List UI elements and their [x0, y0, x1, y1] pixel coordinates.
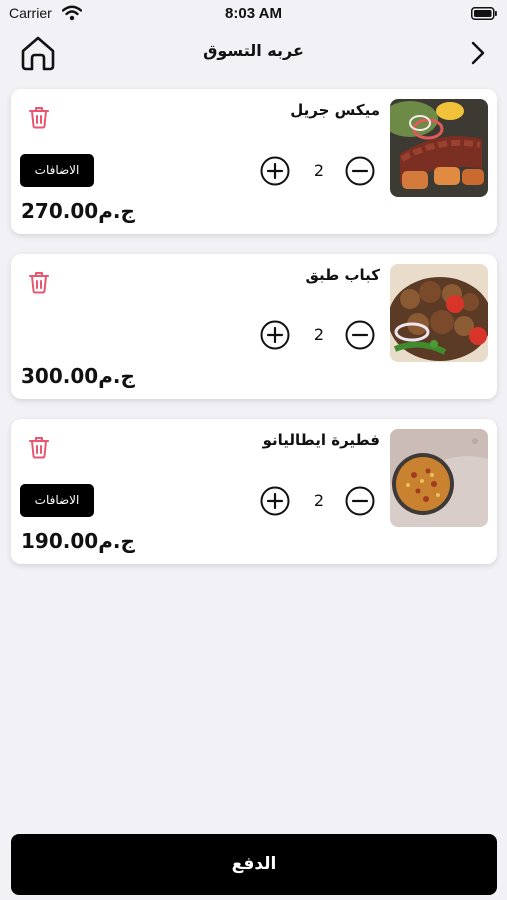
price-amount: 190.00 [21, 529, 99, 553]
price-currency: ج.م [98, 199, 135, 223]
minus-circle-icon[interactable] [345, 320, 375, 350]
pay-button[interactable]: الدفع [11, 834, 497, 895]
navigation-bar: عربه التسوق [0, 28, 507, 78]
price-amount: 300.00 [21, 364, 99, 388]
quantity-value: 2 [313, 491, 325, 510]
item-price: 270.00ج.م [21, 199, 135, 223]
addons-button[interactable]: الاضافات [20, 484, 94, 517]
addons-button[interactable]: الاضافات [20, 154, 94, 187]
price-currency: ج.م [98, 529, 135, 553]
chevron-right-icon[interactable] [468, 40, 488, 66]
plus-circle-icon[interactable] [260, 486, 290, 516]
minus-circle-icon[interactable] [345, 486, 375, 516]
trash-icon[interactable] [28, 105, 50, 129]
quantity-value: 2 [313, 161, 325, 180]
plus-circle-icon[interactable] [260, 320, 290, 350]
item-image [390, 264, 488, 362]
item-name: فطيرة ايطاليانو [262, 431, 380, 449]
cart-item-card: ميكس جريل 2 الاضافات 270.00ج.م [11, 89, 497, 234]
trash-icon[interactable] [28, 435, 50, 459]
clock: 8:03 AM [225, 5, 282, 22]
page-title: عربه التسوق [203, 41, 304, 60]
trash-icon[interactable] [28, 270, 50, 294]
plus-circle-icon[interactable] [260, 156, 290, 186]
item-name: ميكس جريل [290, 101, 380, 119]
quantity-value: 2 [313, 325, 325, 344]
battery-icon [471, 7, 497, 20]
price-currency: ج.م [98, 364, 135, 388]
cart-item-card: فطيرة ايطاليانو 2 الاضافات 190.00ج.م [11, 419, 497, 564]
minus-circle-icon[interactable] [345, 156, 375, 186]
item-image [390, 99, 488, 197]
item-price: 300.00ج.م [21, 364, 135, 388]
item-name: كباب طبق [305, 266, 380, 284]
item-price: 190.00ج.م [21, 529, 135, 553]
status-bar: Carrier 8:03 AM [0, 0, 507, 28]
item-image [390, 429, 488, 527]
price-amount: 270.00 [21, 199, 99, 223]
cart-item-card: كباب طبق 2 300.00ج.م [11, 254, 497, 399]
